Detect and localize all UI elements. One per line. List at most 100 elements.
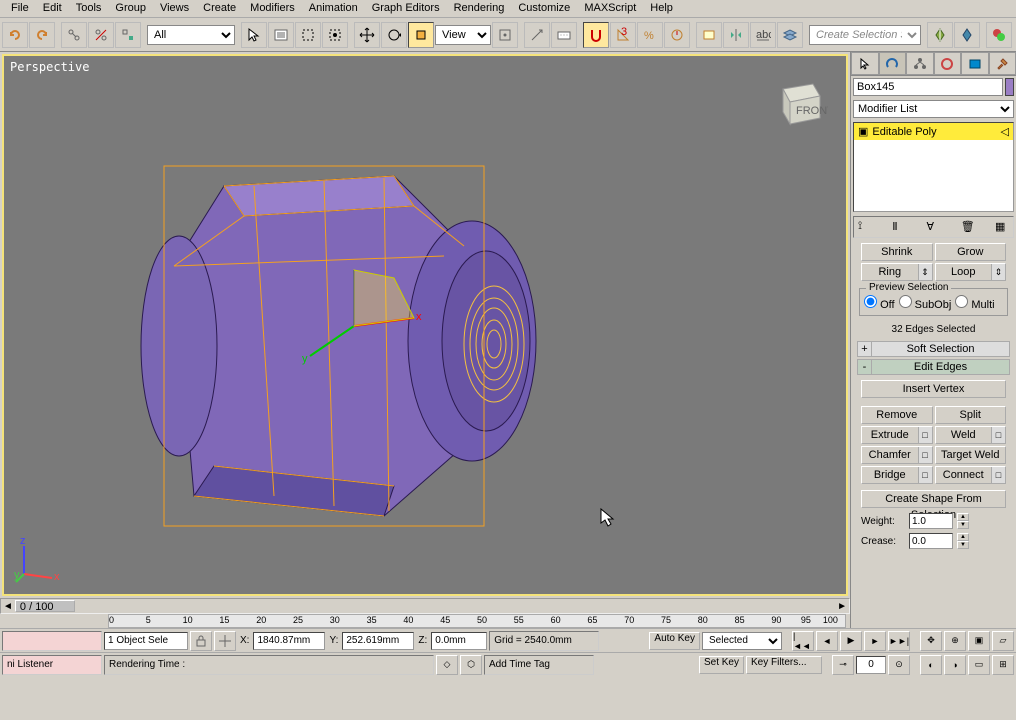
fov-button[interactable]: ▱ [992, 631, 1014, 651]
selection-filter-dropdown[interactable]: All [147, 25, 235, 45]
layers-button[interactable] [777, 22, 803, 48]
keyboard-shortcut-button[interactable] [551, 22, 577, 48]
connect-button[interactable]: Connect□ [935, 466, 1007, 484]
menu-customize[interactable]: Customize [511, 2, 577, 15]
tab-display[interactable] [961, 52, 989, 75]
selection-set-dropdown[interactable]: Create Selection Set [809, 25, 921, 45]
zoom-region-button[interactable]: ▭ [968, 655, 990, 675]
viewport-scrollbar-h[interactable]: ◄ 0 / 100 ► [0, 598, 850, 614]
ring-button[interactable]: Ring⇕ [861, 263, 933, 281]
remove-modifier-button[interactable]: 🗑 [961, 220, 975, 234]
rollout-soft-selection[interactable]: +Soft Selection [857, 341, 1010, 357]
arc-rotate-button[interactable]: ◐ [920, 655, 942, 675]
menu-maxscript[interactable]: MAXScript [577, 2, 643, 15]
lock-selection-button[interactable] [190, 631, 212, 651]
key-filters-button[interactable]: Key Filters... [746, 656, 822, 674]
tab-utilities[interactable] [989, 52, 1016, 75]
show-end-result-button[interactable]: Ⅱ [892, 220, 906, 234]
menu-create[interactable]: Create [196, 2, 243, 15]
menu-views[interactable]: Views [153, 2, 196, 15]
link-button[interactable] [61, 22, 87, 48]
pivot-button[interactable] [492, 22, 518, 48]
menu-file[interactable]: File [4, 2, 36, 15]
tab-create[interactable] [851, 52, 879, 75]
weight-field[interactable] [909, 513, 953, 529]
zoom-view-button[interactable]: ⊕ [944, 631, 966, 651]
grow-button[interactable]: Grow [935, 243, 1007, 261]
unlink-button[interactable] [88, 22, 114, 48]
rollout-edit-edges[interactable]: -Edit Edges [857, 359, 1010, 375]
angle-snap-button[interactable]: 3 [610, 22, 636, 48]
tab-motion[interactable] [934, 52, 962, 75]
preview-subobj-radio[interactable]: SubObj [899, 295, 952, 311]
menu-graph-editors[interactable]: Graph Editors [365, 2, 447, 15]
walk-through-button[interactable]: ◑ [944, 655, 966, 675]
comm-center-button[interactable]: ⬡ [460, 655, 482, 675]
window-crossing-button[interactable] [322, 22, 348, 48]
viewcube[interactable]: FRONT [768, 74, 828, 134]
manipulate-button[interactable] [524, 22, 550, 48]
stack-item-editable-poly[interactable]: ▣ Editable Poly ◁ [854, 123, 1013, 140]
percent-snap-button[interactable]: % [637, 22, 663, 48]
goto-start-button[interactable]: |◄◄ [792, 631, 814, 651]
goto-end-button[interactable]: ►►| [888, 631, 910, 651]
loop-button[interactable]: Loop⇕ [935, 263, 1007, 281]
configure-sets-button[interactable]: ▦ [995, 220, 1009, 234]
mirror-button[interactable] [723, 22, 749, 48]
y-coord-field[interactable]: 252.619mm [342, 632, 414, 650]
select-region-button[interactable] [295, 22, 321, 48]
material-editor-button[interactable] [986, 22, 1012, 48]
next-frame-button[interactable]: ► [864, 631, 886, 651]
current-frame-field[interactable]: 0 [856, 656, 886, 674]
play-button[interactable]: ▶ [840, 631, 862, 651]
set-key-button[interactable]: Set Key [699, 656, 744, 674]
preview-off-radio[interactable]: Off [864, 295, 895, 311]
menu-help[interactable]: Help [643, 2, 680, 15]
modifier-list-dropdown[interactable]: Modifier List [853, 100, 1014, 118]
rotate-button[interactable] [381, 22, 407, 48]
align-button[interactable]: abc [750, 22, 776, 48]
move-button[interactable] [354, 22, 380, 48]
split-button[interactable]: Split [935, 406, 1007, 424]
snap-toggle-button[interactable] [583, 22, 609, 48]
pan-view-button[interactable]: ✥ [920, 631, 942, 651]
schematic-view-button[interactable] [954, 22, 980, 48]
spinner-snap-button[interactable] [664, 22, 690, 48]
auto-key-button[interactable]: Auto Key [649, 632, 700, 650]
select-by-name-button[interactable] [268, 22, 294, 48]
menu-animation[interactable]: Animation [302, 2, 365, 15]
select-object-button[interactable] [241, 22, 267, 48]
target-weld-button[interactable]: Target Weld [935, 446, 1007, 464]
modifier-stack[interactable]: ▣ Editable Poly ◁ [853, 122, 1014, 212]
isolate-button[interactable]: ◇ [436, 655, 458, 675]
time-slider-thumb[interactable]: 0 / 100 [15, 600, 75, 612]
insert-vertex-button[interactable]: Insert Vertex [861, 380, 1006, 398]
abs-rel-button[interactable] [214, 631, 236, 651]
time-ruler[interactable]: 05 1015 2025 3035 4045 5055 6065 7075 80… [108, 614, 846, 628]
z-coord-field[interactable]: 0.0mm [431, 632, 487, 650]
undo-button[interactable] [2, 22, 28, 48]
listener-box[interactable]: ni Listener [2, 655, 102, 675]
named-sel-button[interactable] [696, 22, 722, 48]
ref-coord-dropdown[interactable]: View [435, 25, 491, 45]
shrink-button[interactable]: Shrink [861, 243, 933, 261]
menu-modifiers[interactable]: Modifiers [243, 2, 302, 15]
bridge-button[interactable]: Bridge□ [861, 466, 933, 484]
extrude-button[interactable]: Extrude□ [861, 426, 933, 444]
menu-group[interactable]: Group [108, 2, 153, 15]
weld-button[interactable]: Weld□ [935, 426, 1007, 444]
x-coord-field[interactable]: 1840.87mm [253, 632, 325, 650]
menu-rendering[interactable]: Rendering [447, 2, 512, 15]
redo-button[interactable] [29, 22, 55, 48]
object-color-swatch[interactable] [1005, 78, 1014, 96]
create-shape-button[interactable]: Create Shape From Selection [861, 490, 1006, 508]
prev-frame-button[interactable]: ◄ [816, 631, 838, 651]
chamfer-button[interactable]: Chamfer□ [861, 446, 933, 464]
time-tag-field[interactable]: Add Time Tag [484, 655, 594, 675]
crease-field[interactable] [909, 533, 953, 549]
remove-button[interactable]: Remove [861, 406, 933, 424]
object-name-field[interactable] [853, 78, 1003, 96]
menu-tools[interactable]: Tools [69, 2, 109, 15]
time-config-button[interactable]: ⊙ [888, 655, 910, 675]
crease-spinner[interactable]: ▲▼ [957, 533, 969, 549]
